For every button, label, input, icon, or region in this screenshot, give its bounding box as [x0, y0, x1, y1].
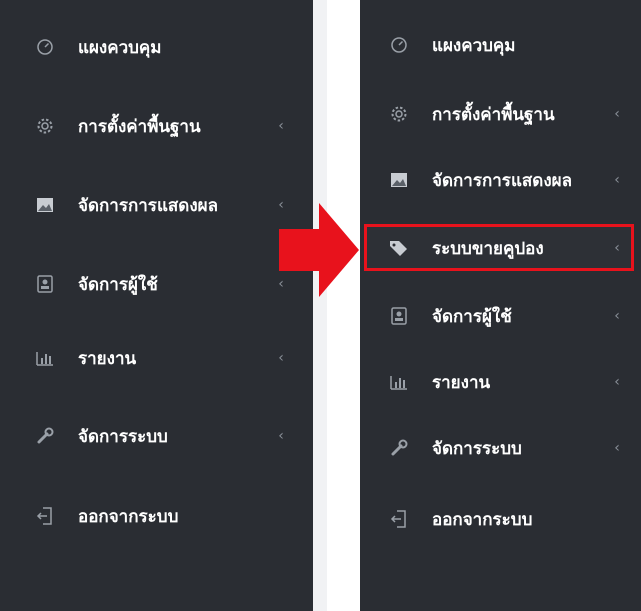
speedometer-icon: [388, 34, 410, 56]
chevron-left-icon: ‹: [614, 240, 620, 256]
sidebar-item-label: จัดการระบบ: [78, 426, 168, 447]
sidebar-item-display[interactable]: จัดการการแสดงผล ‹: [0, 179, 313, 231]
chevron-left-icon: ‹: [614, 106, 620, 122]
chevron-left-icon: ‹: [278, 118, 284, 134]
sidebar-item-basic-settings[interactable]: การตั้งค่าพื้นฐาน ‹: [0, 100, 313, 152]
sidebar-item-label: รายงาน: [78, 348, 137, 369]
image-icon: [34, 194, 56, 216]
speedometer-icon: [34, 36, 56, 58]
sidebar-item-label: จัดการผู้ใช้: [78, 274, 158, 295]
chevron-left-icon: ‹: [278, 350, 284, 366]
gear-icon: [388, 103, 410, 125]
sidebar-item-basic-settings[interactable]: การตั้งค่าพื้นฐาน ‹: [360, 88, 641, 140]
sidebar-item-logout[interactable]: ออกจากระบบ: [0, 490, 313, 542]
sidebar-item-dashboard[interactable]: แผงควบคุม: [0, 21, 313, 73]
sidebar-before: แผงควบคุม การตั้งค่าพื้นฐาน ‹ จัดการการแ…: [0, 0, 313, 611]
logout-icon: [34, 505, 56, 527]
content-edge: [313, 0, 327, 611]
image-icon: [388, 169, 410, 191]
sidebar-item-coupon-sales[interactable]: ระบบขายคูปอง ‹: [360, 222, 641, 274]
sidebar-item-dashboard[interactable]: แผงควบคุม: [360, 19, 641, 71]
sidebar-item-label: แผงควบคุม: [432, 35, 516, 56]
sidebar-item-label: จัดการการแสดงผล: [78, 195, 218, 216]
sidebar-item-label: การตั้งค่าพื้นฐาน: [432, 104, 555, 125]
sidebar-item-label: ออกจากระบบ: [78, 506, 179, 527]
bar-chart-icon: [34, 347, 56, 369]
contact-card-icon: [34, 273, 56, 295]
right-arrow-icon: [279, 203, 359, 297]
sidebar-item-label: ระบบขายคูปอง: [432, 238, 544, 259]
sidebar-item-system[interactable]: จัดการระบบ ‹: [0, 410, 313, 462]
gear-icon: [34, 115, 56, 137]
sidebar-item-display[interactable]: จัดการการแสดงผล ‹: [360, 154, 641, 206]
sidebar-item-label: จัดการการแสดงผล: [432, 170, 572, 191]
sidebar-item-users[interactable]: จัดการผู้ใช้ ‹: [0, 258, 313, 310]
chevron-left-icon: ‹: [278, 428, 284, 444]
chevron-left-icon: ‹: [614, 172, 620, 188]
sidebar-item-label: แผงควบคุม: [78, 37, 162, 58]
sidebar-after: แผงควบคุม การตั้งค่าพื้นฐาน ‹ จัดการการแ…: [360, 0, 641, 611]
tag-icon: [388, 237, 410, 259]
sidebar-item-reports[interactable]: รายงาน ‹: [0, 332, 313, 384]
sidebar-item-label: การตั้งค่าพื้นฐาน: [78, 116, 201, 137]
wrench-icon: [34, 425, 56, 447]
